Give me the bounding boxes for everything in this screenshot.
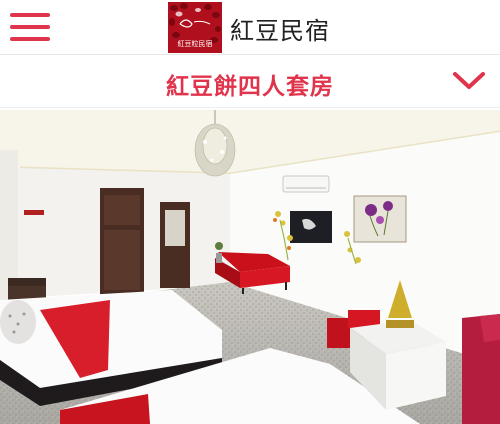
brand-name: 紅豆民宿 [230, 17, 330, 45]
room-photo [0, 110, 500, 424]
logo-text: 紅豆粒民宿 [177, 40, 213, 48]
brand-logo[interactable]: 紅豆粒民宿 [168, 2, 222, 53]
room-selector-bar[interactable]: 紅豆餅四人套房 [0, 56, 500, 108]
hamburger-menu-icon[interactable] [10, 13, 52, 41]
chevron-down-icon[interactable] [452, 69, 486, 93]
app-header: 紅豆粒民宿 紅豆民宿 [0, 0, 500, 55]
room-title: 紅豆餅四人套房 [166, 74, 334, 100]
